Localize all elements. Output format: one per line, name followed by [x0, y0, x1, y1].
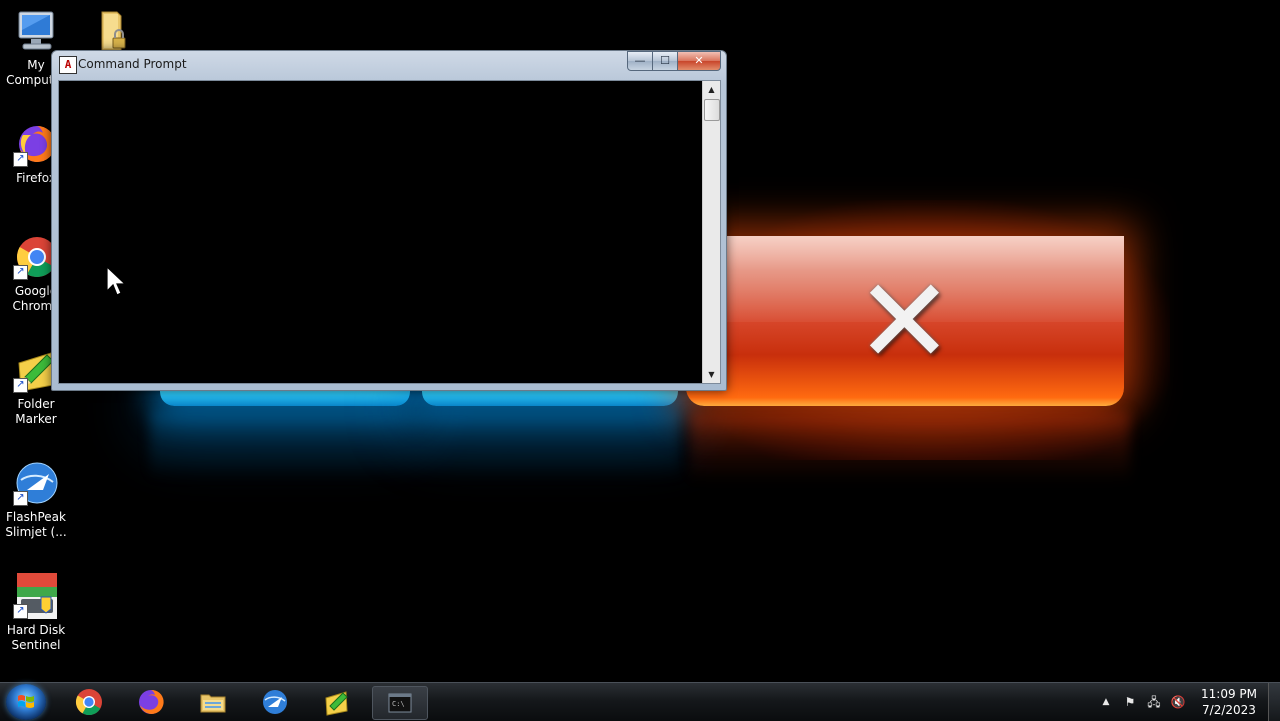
slimjet-icon [263, 690, 287, 714]
folder-marker-icon [325, 691, 348, 716]
computer-icon [13, 8, 59, 54]
taskbar-explorer-button[interactable] [186, 686, 240, 718]
close-button[interactable]: ✕ [677, 51, 721, 71]
svg-text:C:\: C:\ [392, 700, 405, 708]
desktop-icon-label: Folder Marker [15, 397, 57, 426]
shortcut-arrow-icon: ↗ [13, 491, 28, 506]
shortcut-arrow-icon: ↗ [13, 378, 28, 393]
desktop-icon-hard-disk-sentinel[interactable]: ↗ Hard Disk Sentinel [0, 573, 72, 653]
shortcut-arrow-icon: ↗ [13, 604, 28, 619]
vertical-scrollbar[interactable]: ▲ ▼ [702, 81, 720, 383]
desktop-icon-flashpeak-slimjet[interactable]: ↗ FlashPeak Slimjet (... [0, 460, 72, 540]
wallpaper-cyan-reflection [150, 410, 680, 480]
taskbar-slimjet-button[interactable] [248, 686, 302, 718]
window-titlebar[interactable]: A Command Prompt — ☐ ✕ [52, 51, 726, 79]
shortcut-arrow-icon: ↗ [13, 152, 28, 167]
desktop-icon-label: Hard Disk Sentinel [6, 623, 66, 652]
wallpaper-x-symbol: ✕ [855, 252, 954, 390]
taskbar: C:\ ▲ ⚑ 🖧 🔇 11:09 PM 7/2/2023 [0, 682, 1280, 721]
slimjet-icon: ↗ [13, 460, 59, 506]
show-desktop-button[interactable] [1268, 683, 1280, 721]
cmd-app-icon[interactable]: A [59, 56, 77, 74]
taskbar-firefox-button[interactable] [124, 686, 178, 718]
file-explorer-icon [200, 694, 226, 713]
desktop: ✕ My Computer ↗ Firefox ↗ Google Chrome … [0, 0, 1280, 682]
scroll-down-arrow-icon[interactable]: ▼ [703, 366, 720, 383]
clock-date: 7/2/2023 [1202, 703, 1256, 717]
hard-disk-sentinel-icon: ↗ [13, 573, 59, 619]
clock-time: 11:09 PM [1201, 687, 1257, 701]
cmd-icon: C:\ [388, 693, 412, 713]
scroll-thumb[interactable] [704, 99, 720, 121]
command-prompt-window[interactable]: A Command Prompt — ☐ ✕ ▲ ▼ [51, 50, 727, 391]
windows-logo-icon [18, 695, 34, 708]
action-center-flag-icon[interactable]: ⚑ [1122, 694, 1138, 710]
firefox-icon [139, 689, 164, 714]
locked-folder-icon [85, 8, 131, 54]
chrome-icon [75, 689, 102, 716]
window-title: Command Prompt [78, 57, 187, 71]
shortcut-arrow-icon: ↗ [13, 265, 28, 280]
console-area[interactable]: ▲ ▼ [58, 80, 721, 384]
desktop-icon-label: FlashPeak Slimjet (... [5, 510, 67, 539]
scroll-up-arrow-icon[interactable]: ▲ [703, 81, 720, 98]
taskbar-command-prompt-button[interactable]: C:\ [372, 686, 428, 720]
network-icon[interactable]: 🖧 [1146, 694, 1162, 710]
mouse-cursor-icon [106, 266, 126, 296]
show-hidden-icons-icon[interactable]: ▲ [1098, 694, 1114, 710]
volume-muted-icon[interactable]: 🔇 [1170, 694, 1186, 710]
maximize-button[interactable]: ☐ [652, 51, 678, 71]
system-clock[interactable]: 11:09 PM 7/2/2023 [1196, 686, 1262, 718]
start-button[interactable] [6, 684, 46, 720]
minimize-button[interactable]: — [627, 51, 653, 71]
wallpaper-red-reflection [690, 412, 1130, 482]
taskbar-folder-marker-button[interactable] [310, 686, 364, 718]
taskbar-chrome-button[interactable] [62, 686, 116, 718]
